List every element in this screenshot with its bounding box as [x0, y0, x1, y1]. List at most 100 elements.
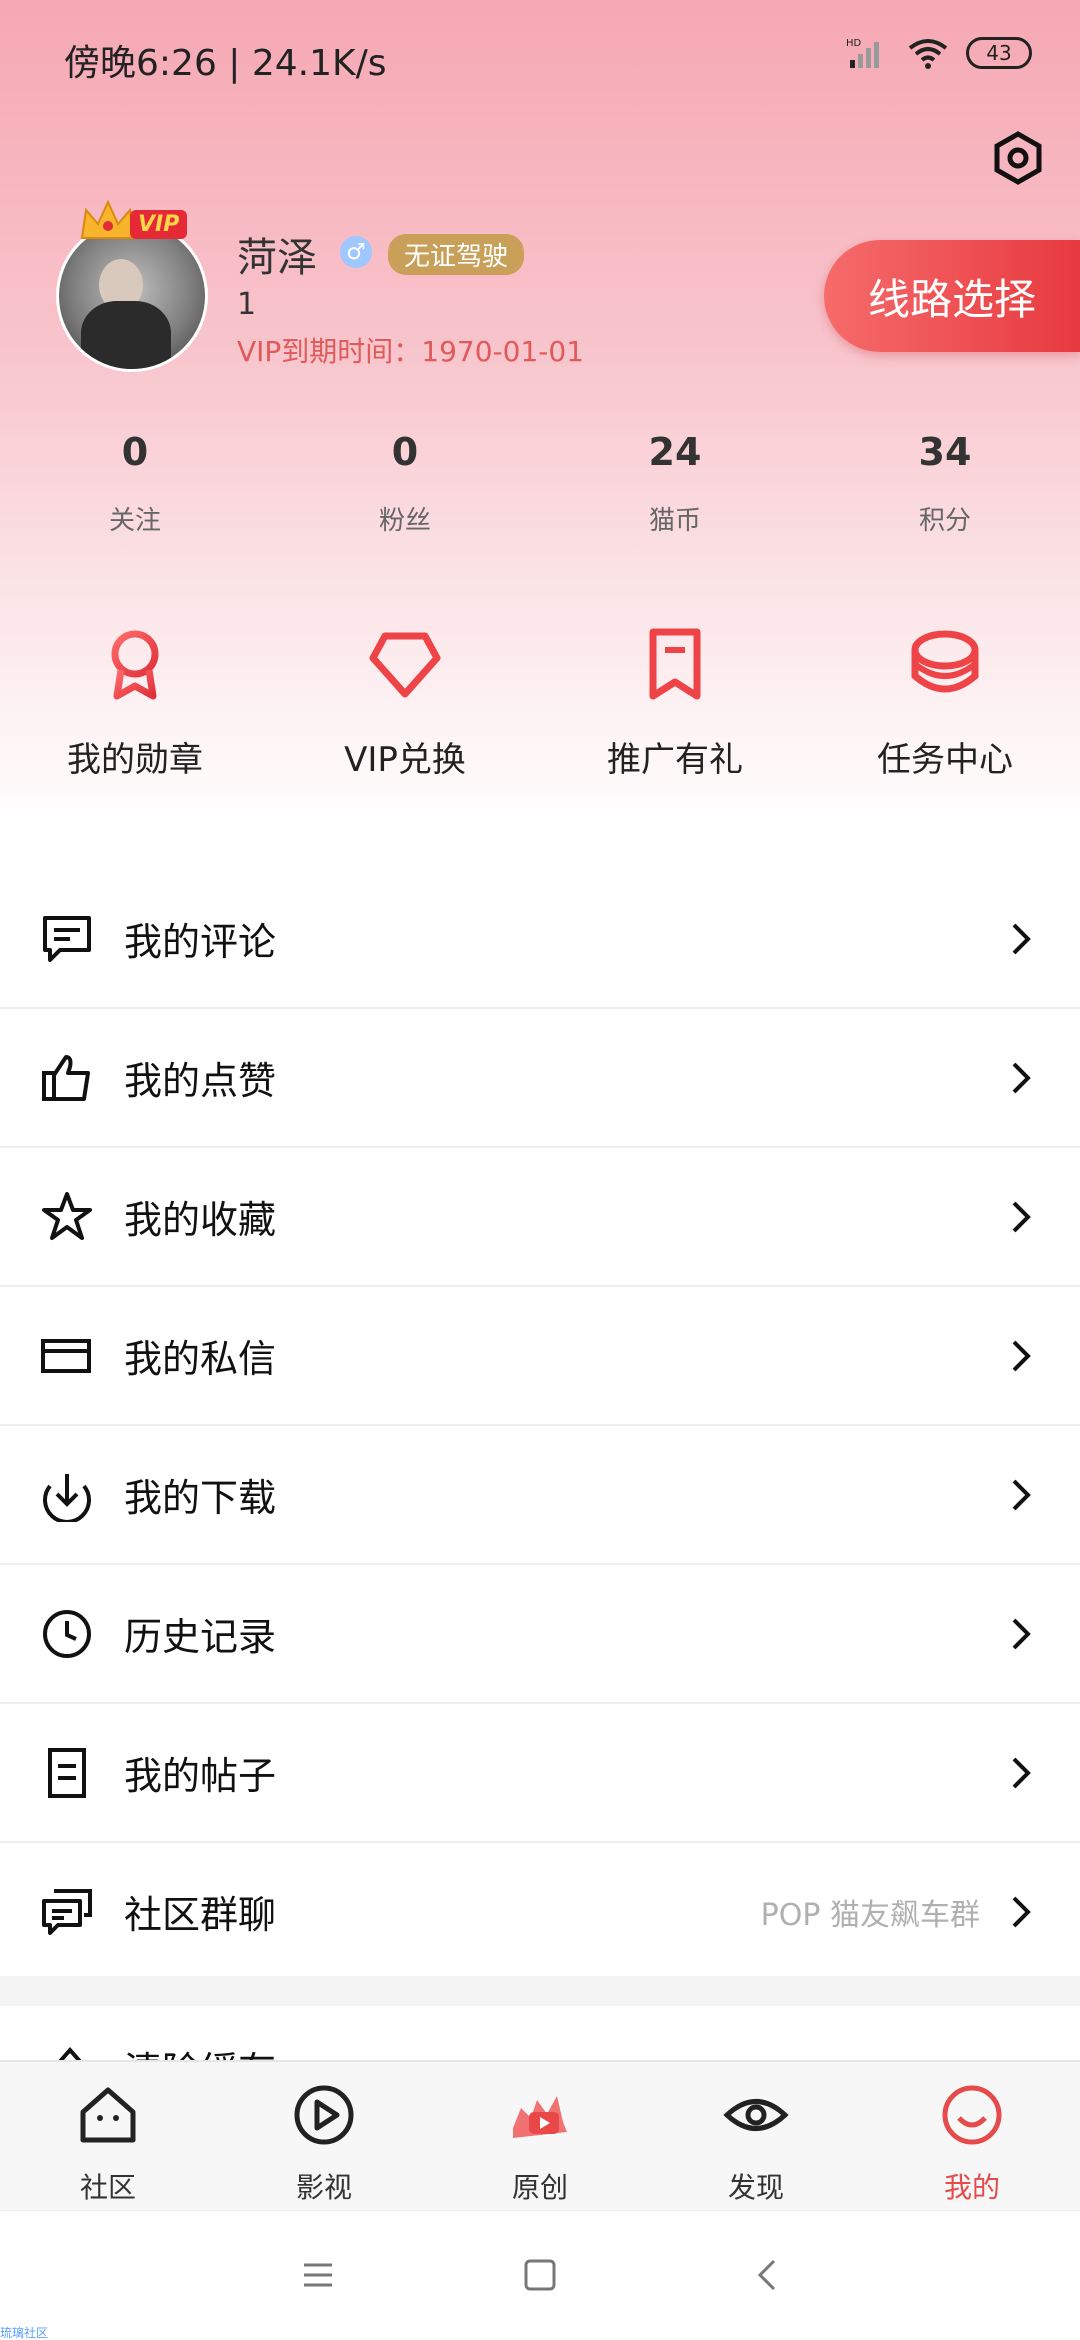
level-badge: 无证驾驶	[388, 234, 525, 275]
menu-item-label: 历史记录	[124, 1615, 277, 1659]
play-icon	[294, 2085, 354, 2145]
chevron-right-icon	[1012, 1340, 1031, 1371]
stat-points[interactable]: 34 积分	[810, 430, 1080, 537]
stat-label: 积分	[918, 506, 971, 536]
broom-icon	[58, 2046, 82, 2060]
tab-label: 发现	[727, 2171, 784, 2204]
stat-value: 34	[918, 430, 972, 474]
menu-icon[interactable]	[300, 2257, 336, 2293]
stat-following[interactable]: 0 关注	[0, 430, 270, 537]
chat-icon	[42, 1888, 92, 1935]
eye-icon	[723, 2099, 789, 2131]
tab-community[interactable]: 社区	[0, 2062, 216, 2210]
tab-label: 我的	[943, 2171, 1000, 2204]
quick-actions: 我的勋章 VIP兑换 推广有礼 任务中心	[0, 624, 1080, 781]
tab-discover[interactable]: 发现	[648, 2062, 864, 2210]
menu-item-label: 清除缓存	[124, 2040, 276, 2060]
diamond-icon	[369, 632, 441, 698]
vip-tag: VIP	[130, 210, 188, 239]
original-icon	[513, 2096, 567, 2138]
bookmark-icon	[649, 628, 701, 700]
home-icon	[80, 2087, 136, 2143]
thumbs-up-icon	[42, 1054, 90, 1101]
status-time-speed: 傍晚6:26 | 24.1K/s	[64, 43, 387, 84]
quick-action-promotion[interactable]: 推广有礼	[540, 624, 810, 781]
chevron-right-icon	[1012, 923, 1031, 954]
user-id: 1	[237, 287, 257, 322]
menu-item-label: 我的下载	[124, 1476, 277, 1520]
crown-icon	[80, 199, 136, 239]
battery-indicator: 43	[966, 37, 1032, 69]
download-icon	[43, 1473, 91, 1522]
smile-icon	[942, 2085, 1002, 2145]
chevron-right-icon	[1012, 1896, 1031, 1927]
menu-item-favorites[interactable]: 我的收藏	[0, 1148, 1080, 1287]
coins-icon	[911, 630, 979, 693]
menu-item-label: 我的评论	[124, 920, 277, 964]
tab-mine[interactable]: 我的	[864, 2062, 1080, 2210]
stat-value: 24	[648, 430, 702, 474]
quick-action-medals[interactable]: 我的勋章	[0, 624, 270, 781]
chevron-right-icon	[1012, 1201, 1031, 1232]
menu-item-comments[interactable]: 我的评论	[0, 870, 1080, 1009]
vip-expiry: VIP到期时间：1970-01-01	[237, 335, 585, 368]
menu-list: 我的评论 我的点赞 我的收藏 我的私信 我的下载 历史记录 我的帖子 社区群聊 …	[0, 870, 1080, 1982]
menu-item-history[interactable]: 历史记录	[0, 1565, 1080, 1704]
tab-original[interactable]: 原创	[432, 2062, 648, 2210]
stat-value: 0	[391, 430, 419, 474]
gender-male-icon: ♂	[340, 236, 372, 268]
quick-action-tasks[interactable]: 任务中心	[810, 624, 1080, 781]
section-divider	[0, 1976, 1080, 2006]
menu-item-posts[interactable]: 我的帖子	[0, 1704, 1080, 1843]
back-icon[interactable]	[750, 2257, 786, 2293]
menu-item-likes[interactable]: 我的点赞	[0, 1009, 1080, 1148]
clock-icon	[43, 1609, 91, 1658]
menu-item-downloads[interactable]: 我的下载	[0, 1426, 1080, 1565]
stat-label: 猫币	[648, 506, 701, 536]
svg-text:HD: HD	[846, 38, 862, 49]
menu-item-label: 我的帖子	[124, 1754, 277, 1798]
quick-action-label: 我的勋章	[67, 740, 203, 780]
wifi-icon	[908, 39, 948, 69]
signal-icon: HD	[846, 38, 879, 68]
menu-item-messages[interactable]: 我的私信	[0, 1287, 1080, 1426]
quick-action-vip-exchange[interactable]: VIP兑换	[270, 624, 540, 781]
quick-action-label: 任务中心	[877, 740, 1013, 780]
medal-icon	[111, 630, 159, 700]
stat-label: 关注	[108, 506, 161, 536]
route-select-button[interactable]: 线路选择	[824, 240, 1080, 352]
menu-item-label: 社区群聊	[124, 1893, 277, 1937]
quick-action-label: 推广有礼	[607, 740, 743, 780]
status-bar: 傍晚6:26 | 24.1K/s HD 43	[0, 0, 1080, 116]
tab-label: 社区	[79, 2171, 136, 2204]
tab-label: 原创	[511, 2171, 568, 2204]
stat-value: 0	[121, 430, 149, 474]
stat-coins[interactable]: 24 猫币	[540, 430, 810, 537]
stat-fans[interactable]: 0 粉丝	[270, 430, 540, 537]
chevron-right-icon	[1012, 1479, 1031, 1510]
menu-item-group-chat[interactable]: 社区群聊 POP 猫友飙车群	[0, 1843, 1080, 1982]
settings-icon[interactable]	[990, 130, 1046, 186]
bottom-nav: 社区 影视 原创 发现 我的	[0, 2060, 1080, 2210]
home-square-icon[interactable]	[522, 2257, 558, 2293]
menu-item-clear-cache[interactable]: 清除缓存	[0, 2006, 1080, 2060]
mail-icon	[41, 1338, 91, 1373]
battery-level: 43	[986, 41, 1012, 65]
stat-label: 粉丝	[378, 506, 431, 536]
chevron-right-icon	[1012, 1618, 1031, 1649]
quick-action-label: VIP兑换	[344, 740, 466, 780]
user-name: 菏泽	[237, 235, 317, 281]
tab-video[interactable]: 影视	[216, 2062, 432, 2210]
menu-item-label: 我的点赞	[124, 1059, 277, 1103]
menu-item-label: 我的收藏	[124, 1198, 277, 1242]
document-icon	[48, 1747, 86, 1798]
star-icon	[42, 1191, 92, 1240]
comment-icon	[43, 915, 91, 962]
menu-item-label: 我的私信	[124, 1337, 277, 1381]
chevron-right-icon	[1012, 1062, 1031, 1093]
group-chat-hint: POP 猫友飙车群	[760, 1897, 980, 1933]
chevron-right-icon	[1012, 1757, 1031, 1788]
watermark: 琉璃社区	[0, 2326, 49, 2340]
avatar[interactable]: VIP	[56, 199, 208, 372]
system-nav-bar	[0, 2210, 1080, 2340]
